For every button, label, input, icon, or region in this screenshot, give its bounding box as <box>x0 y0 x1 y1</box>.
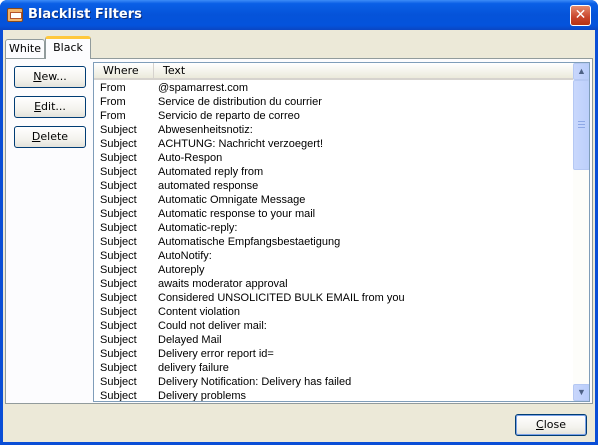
cell-text: Considered UNSOLICITED BULK EMAIL from y… <box>158 292 405 304</box>
blacklist-filters-window: Blacklist Filters ✕ White Black New... E… <box>0 0 598 445</box>
new-button[interactable]: New... <box>14 66 86 88</box>
table-row[interactable]: From Servicio de reparto de correo <box>94 109 573 123</box>
cell-text: Abwesenheitsnotiz: <box>158 124 253 136</box>
scroll-down-button[interactable]: ▼ <box>573 384 589 401</box>
tab-white[interactable]: White <box>5 39 45 58</box>
cell-where: Subject <box>100 152 137 164</box>
cell-where: Subject <box>100 194 137 206</box>
list-header: Where Text <box>94 63 573 80</box>
arrow-up-icon: ▲ <box>577 66 586 76</box>
cell-where: Subject <box>100 278 137 290</box>
table-row[interactable]: From @spamarrest.com <box>94 81 573 95</box>
cell-text: Servicio de reparto de correo <box>158 110 300 122</box>
cell-where: Subject <box>100 138 137 150</box>
cell-text: @spamarrest.com <box>158 82 249 94</box>
close-window-button[interactable]: ✕ <box>570 5 591 26</box>
column-header-where[interactable]: Where <box>94 63 154 78</box>
table-row[interactable]: From Service de distribution du courrier <box>94 95 573 109</box>
cell-text: Delayed Mail <box>158 334 222 346</box>
cell-text: automated response <box>158 180 259 192</box>
cell-where: Subject <box>100 292 137 304</box>
cell-where: Subject <box>100 362 137 374</box>
cell-where: Subject <box>100 306 137 318</box>
cell-text: Automated reply from <box>158 166 264 178</box>
cell-text: delivery failure <box>158 362 229 374</box>
grip-line <box>578 127 585 128</box>
tab-black[interactable]: Black <box>45 36 91 59</box>
cell-where: Subject <box>100 236 137 248</box>
window-title: Blacklist Filters <box>28 7 142 22</box>
table-row[interactable]: Subject Automatic Omnigate Message <box>94 193 573 207</box>
vertical-scrollbar[interactable]: ▲ ▼ <box>573 63 589 401</box>
cell-where: From <box>100 82 126 94</box>
close-icon: ✕ <box>574 7 587 23</box>
filter-list[interactable]: Where Text From @spamarrest.com From Servic… <box>93 62 590 402</box>
cell-text: Could not deliver mail: <box>158 320 267 332</box>
cell-where: Subject <box>100 124 137 136</box>
table-row[interactable]: Subject automated response <box>94 179 573 193</box>
tab-panel: New... Edit... Delete Where Text From @sp… <box>5 58 593 404</box>
table-row[interactable]: Subject Delivery error report id= <box>94 347 573 361</box>
cell-text: ACHTUNG: Nachricht verzoegert! <box>158 138 324 150</box>
cell-text: Automatic response to your mail <box>158 208 316 220</box>
cell-text: awaits moderator approval <box>158 278 288 290</box>
cell-text: Delivery error report id= <box>158 348 274 360</box>
table-row[interactable]: Subject Content violation <box>94 305 573 319</box>
delete-button[interactable]: Delete <box>14 126 86 148</box>
table-row[interactable]: Subject awaits moderator approval <box>94 277 573 291</box>
table-row[interactable]: Subject Abwesenheitsnotiz: <box>94 123 573 137</box>
cell-where: Subject <box>100 390 137 402</box>
table-row[interactable]: Subject Auto-Respon <box>94 151 573 165</box>
cell-where: Subject <box>100 376 137 388</box>
arrow-down-icon: ▼ <box>577 387 586 397</box>
cell-text: AutoNotify: <box>158 250 212 262</box>
table-row[interactable]: Subject ACHTUNG: Nachricht verzoegert! <box>94 137 573 151</box>
cell-text: Content violation <box>158 306 240 318</box>
cell-where: Subject <box>100 348 137 360</box>
cell-where: Subject <box>100 320 137 332</box>
cell-where: Subject <box>100 250 137 262</box>
table-row[interactable]: Subject Delivery Notification: Delivery h… <box>94 375 573 389</box>
cell-text: Automatic-reply: <box>158 222 238 234</box>
edit-button[interactable]: Edit... <box>14 96 86 118</box>
cell-text: Autoreply <box>158 264 205 276</box>
cell-text: Automatic Omnigate Message <box>158 194 306 206</box>
scroll-up-button[interactable]: ▲ <box>573 63 589 80</box>
grip-line <box>578 124 585 125</box>
cell-where: From <box>100 96 126 108</box>
table-row[interactable]: Subject AutoNotify: <box>94 249 573 263</box>
table-row[interactable]: Subject Automatische Empfangsbestaetigung <box>94 235 573 249</box>
cell-text: Auto-Respon <box>158 152 223 164</box>
cell-where: Subject <box>100 222 137 234</box>
cell-where: Subject <box>100 208 137 220</box>
table-row[interactable]: Subject Automatic response to your mail <box>94 207 573 221</box>
grip-line <box>578 121 585 122</box>
table-row[interactable]: Subject Delivery problems <box>94 389 573 402</box>
cell-where: Subject <box>100 166 137 178</box>
table-row[interactable]: Subject delivery failure <box>94 361 573 375</box>
scroll-thumb[interactable] <box>573 80 589 170</box>
dialog-client-area: White Black New... Edit... Delete Where … <box>3 30 595 442</box>
cell-where: From <box>100 110 126 122</box>
table-row[interactable]: Subject Autoreply <box>94 263 573 277</box>
cell-where: Subject <box>100 334 137 346</box>
table-row[interactable]: Subject Automated reply from <box>94 165 573 179</box>
cell-text: Delivery Notification: Delivery has fail… <box>158 376 352 388</box>
title-bar[interactable]: Blacklist Filters ✕ <box>0 0 598 30</box>
column-header-text[interactable]: Text <box>154 63 573 78</box>
list-rows: From @spamarrest.com From Service de distri… <box>94 81 573 402</box>
cell-text: Service de distribution du courrier <box>158 96 322 108</box>
close-button[interactable]: Close <box>515 414 587 436</box>
table-row[interactable]: Subject Considered UNSOLICITED BULK EMAIL… <box>94 291 573 305</box>
table-row[interactable]: Subject Could not deliver mail: <box>94 319 573 333</box>
cell-where: Subject <box>100 180 137 192</box>
cell-text: Delivery problems <box>158 390 247 402</box>
cell-where: Subject <box>100 264 137 276</box>
table-row[interactable]: Subject Delayed Mail <box>94 333 573 347</box>
table-row[interactable]: Subject Automatic-reply: <box>94 221 573 235</box>
app-icon <box>7 8 23 22</box>
cell-text: Automatische Empfangsbestaetigung <box>158 236 341 248</box>
